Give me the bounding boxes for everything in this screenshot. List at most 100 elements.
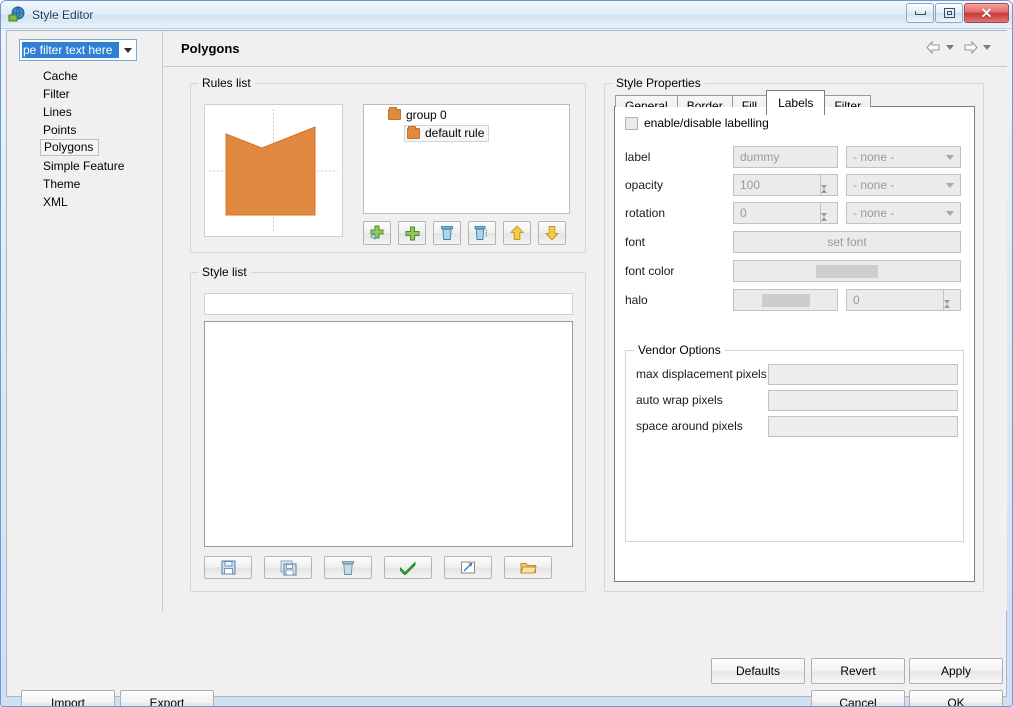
rotation-spinner[interactable]: 0: [733, 202, 838, 231]
delete-style-button[interactable]: [324, 556, 372, 579]
rule-tree-item-label: group 0: [406, 107, 447, 122]
sidebar-item-theme[interactable]: Theme: [7, 175, 163, 193]
rules-list-group: Rules list group 0 default rule: [190, 76, 586, 253]
halo-row: halo 0: [625, 289, 961, 318]
save-style-button[interactable]: [204, 556, 252, 579]
move-up-button[interactable]: [503, 221, 531, 245]
style-editor-icon: [8, 6, 26, 24]
filter-dropdown-button[interactable]: [119, 40, 136, 60]
style-list-title: Style list: [198, 265, 251, 279]
apply-button[interactable]: Apply: [909, 658, 1003, 684]
font-color-swatch: [816, 264, 878, 278]
sidebar-item-points[interactable]: Points: [7, 121, 163, 139]
labels-tab-content: enable/disable labelling label dummy - n…: [615, 107, 974, 581]
stepper-down-icon: [944, 300, 950, 318]
label-attribute-select[interactable]: - none -: [846, 146, 961, 168]
restore-icon: [943, 8, 955, 18]
halo-color-swatch: [761, 293, 810, 307]
opacity-stepper[interactable]: [820, 175, 837, 203]
arrow-down-icon: [545, 226, 559, 241]
arrow-up-icon: [510, 225, 524, 240]
revert-button[interactable]: Revert: [811, 658, 905, 684]
vendor-options-group: Vendor Options max displacement pixels a…: [625, 343, 964, 542]
save-copy-icon: [280, 560, 296, 575]
sidebar-item-cache[interactable]: Cache: [7, 67, 163, 85]
save-icon: [221, 560, 235, 575]
space-around-row: space around pixels: [636, 415, 958, 437]
halo-stepper[interactable]: [943, 290, 960, 318]
space-around-label: space around pixels: [636, 419, 743, 433]
ok-button[interactable]: OK: [909, 690, 1003, 706]
chevron-down-icon: [946, 211, 954, 216]
filter-combo[interactable]: pe filter text here: [19, 39, 137, 61]
minimize-icon: [914, 11, 926, 15]
rotation-attribute-select[interactable]: - none -: [846, 202, 961, 224]
back-button[interactable]: [924, 39, 942, 55]
content-pane: Polygons Rules list group 0 default rule…: [164, 31, 1007, 611]
move-down-button[interactable]: [538, 221, 566, 245]
rules-tree[interactable]: group 0 default rule: [363, 104, 570, 214]
sidebar-item-polygons[interactable]: Polygons: [40, 139, 100, 156]
max-displacement-label: max displacement pixels: [636, 367, 767, 381]
sidebar-item-filter[interactable]: Filter: [7, 85, 163, 103]
halo-color-button[interactable]: [733, 289, 838, 311]
close-button[interactable]: ✕: [964, 3, 1009, 23]
export-style-button[interactable]: [444, 556, 492, 579]
add-group-button[interactable]: [363, 221, 391, 245]
style-list[interactable]: [204, 321, 573, 547]
minimize-button[interactable]: [906, 3, 934, 23]
cancel-button[interactable]: Cancel: [811, 690, 905, 706]
add-group-icon: [370, 225, 383, 240]
page-title: Polygons: [181, 41, 240, 56]
export-button[interactable]: Export: [120, 690, 214, 706]
auto-wrap-row: auto wrap pixels: [636, 389, 958, 411]
stepper-down-icon: [821, 213, 827, 231]
folder-icon: [388, 107, 401, 120]
filter-input[interactable]: pe filter text here: [22, 42, 119, 58]
chevron-down-icon: [946, 155, 954, 160]
style-list-group: Style list: [190, 265, 586, 592]
back-menu-icon[interactable]: [946, 44, 954, 50]
label-input[interactable]: dummy: [733, 146, 838, 168]
rotation-stepper[interactable]: [820, 203, 837, 231]
add-rule-button[interactable]: [398, 221, 426, 245]
set-font-button[interactable]: set font: [733, 231, 961, 253]
import-button[interactable]: Import: [21, 690, 115, 706]
font-field-label: font: [625, 235, 646, 249]
restore-button[interactable]: [935, 3, 963, 23]
delete-all-rules-button[interactable]: [468, 221, 496, 245]
opacity-field-label: opacity: [625, 178, 664, 192]
style-name-input[interactable]: [204, 293, 573, 315]
trash-icon: [441, 226, 453, 240]
tab-labels[interactable]: Labels: [766, 90, 826, 115]
auto-wrap-input[interactable]: [768, 389, 958, 411]
validate-style-button[interactable]: [384, 556, 432, 579]
label-row: label dummy - none -: [625, 146, 961, 168]
opacity-attribute-select[interactable]: - none -: [846, 174, 961, 196]
rule-tree-item-default-rule[interactable]: default rule: [364, 124, 569, 143]
sidebar-item-xml[interactable]: XML: [7, 193, 163, 211]
settings-tree: Cache Filter Lines Points Polygons Simpl…: [7, 67, 163, 211]
max-displacement-input[interactable]: [768, 363, 958, 385]
open-style-button[interactable]: [504, 556, 552, 579]
delete-rule-button[interactable]: [433, 221, 461, 245]
enable-labelling-checkbox[interactable]: [625, 116, 638, 130]
space-around-input[interactable]: [768, 415, 958, 437]
properties-tab-panel: General Border Fill Labels Filter enable…: [614, 90, 975, 582]
opacity-spinner[interactable]: 100: [733, 174, 838, 203]
halo-radius-spinner[interactable]: 0: [846, 289, 961, 318]
save-as-style-button[interactable]: [264, 556, 312, 579]
forward-button[interactable]: [961, 39, 979, 55]
rule-tree-item-group[interactable]: group 0: [364, 105, 569, 124]
font-color-button[interactable]: [733, 260, 961, 282]
chevron-down-icon: [946, 183, 954, 188]
sidebar-item-simple-feature[interactable]: Simple Feature: [7, 157, 163, 175]
enable-labelling-label: enable/disable labelling: [644, 116, 769, 130]
rules-toolbar: [363, 221, 566, 245]
close-icon: ✕: [980, 5, 993, 21]
defaults-button[interactable]: Defaults: [711, 658, 805, 684]
trash-icon: [342, 560, 354, 575]
sidebar-item-lines[interactable]: Lines: [7, 103, 163, 121]
enable-labelling-row[interactable]: enable/disable labelling: [625, 116, 769, 130]
forward-menu-icon[interactable]: [983, 44, 991, 50]
